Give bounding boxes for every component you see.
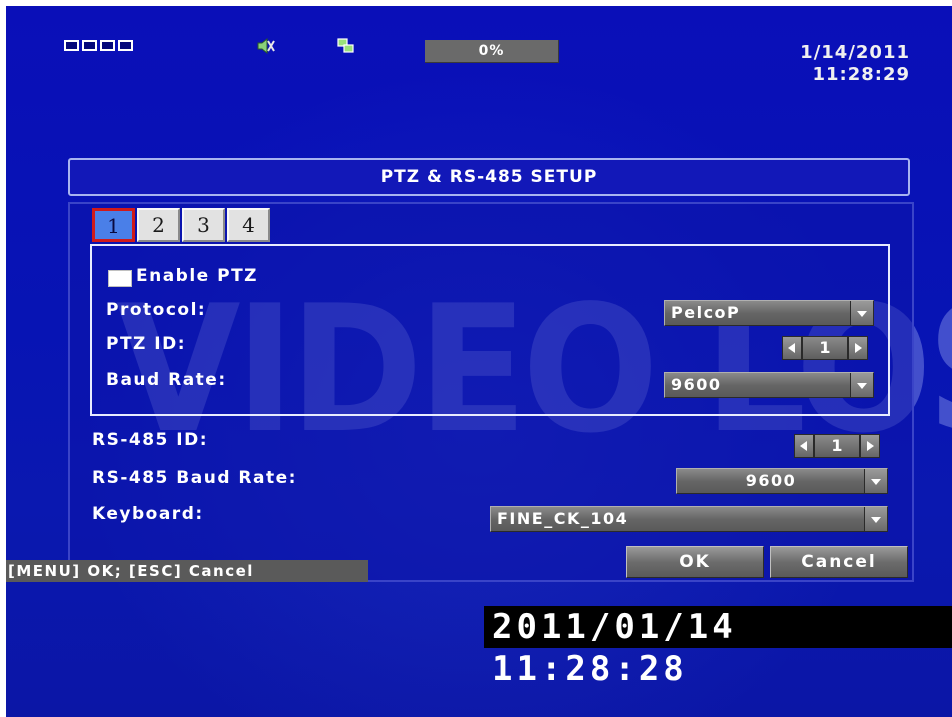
keyboard-select[interactable]: FINE_CK_104 — [490, 506, 888, 532]
network-icon — [337, 38, 354, 53]
protocol-label: Protocol: — [106, 300, 207, 320]
baud-rate-value: 9600 — [671, 375, 722, 394]
enable-ptz-label: Enable PTZ — [136, 266, 259, 286]
stepper-right-icon[interactable] — [860, 434, 880, 458]
dialog-title: PTZ & RS-485 SETUP — [68, 158, 910, 196]
ptz-settings-group: Enable PTZ Protocol: PelcoP PTZ ID: 1 Ba… — [90, 244, 890, 416]
rs485-id-value: 1 — [814, 434, 860, 458]
record-progress-text: 0% — [478, 43, 505, 59]
timestamp-overlay: 2011/01/14 11:28:28 — [484, 606, 952, 689]
tab-channel-4[interactable]: 4 — [227, 208, 270, 242]
status-time: 11:28:29 — [812, 64, 910, 85]
protocol-value: PelcoP — [671, 303, 741, 322]
camera-3-indicator — [100, 40, 115, 51]
speaker-mute-icon — [257, 37, 275, 55]
channel-tabs: 1 2 3 4 — [92, 208, 270, 242]
enable-ptz-checkbox[interactable] — [108, 270, 132, 287]
status-date: 1/14/2011 — [800, 42, 910, 63]
rs485-baud-rate-label: RS-485 Baud Rate: — [92, 468, 297, 488]
camera-1-indicator — [64, 40, 79, 51]
keyboard-label: Keyboard: — [92, 504, 204, 524]
ptz-id-label: PTZ ID: — [106, 334, 187, 354]
ptz-id-stepper[interactable]: 1 — [782, 336, 868, 360]
ptz-id-value: 1 — [802, 336, 848, 360]
dropdown-arrow-icon — [864, 507, 887, 531]
ptz-setup-dialog: 1 2 3 4 Enable PTZ Protocol: PelcoP PTZ … — [68, 202, 914, 582]
tab-channel-2[interactable]: 2 — [137, 208, 180, 242]
ok-button[interactable]: OK — [626, 546, 764, 578]
rs485-id-stepper[interactable]: 1 — [794, 434, 880, 458]
stepper-left-icon[interactable] — [794, 434, 814, 458]
camera-2-indicator — [82, 40, 97, 51]
dropdown-arrow-icon — [850, 301, 873, 325]
key-hint: [MENU] OK; [ESC] Cancel — [6, 560, 368, 582]
baud-rate-select[interactable]: 9600 — [664, 372, 874, 398]
dropdown-arrow-icon — [850, 373, 873, 397]
tab-channel-3[interactable]: 3 — [182, 208, 225, 242]
camera-channels-icon — [64, 40, 133, 51]
protocol-select[interactable]: PelcoP — [664, 300, 874, 326]
keyboard-value: FINE_CK_104 — [497, 509, 629, 528]
camera-4-indicator — [118, 40, 133, 51]
rs485-baud-rate-select[interactable]: 9600 — [676, 468, 888, 494]
stepper-left-icon[interactable] — [782, 336, 802, 360]
rs485-id-label: RS-485 ID: — [92, 430, 209, 450]
record-progress-bar: 0% — [425, 40, 559, 63]
baud-rate-label: Baud Rate: — [106, 370, 227, 390]
rs485-baud-rate-value: 9600 — [745, 471, 797, 490]
cancel-button[interactable]: Cancel — [770, 546, 908, 578]
tab-channel-1[interactable]: 1 — [92, 208, 135, 242]
dvr-screen: 0% 1/14/2011 11:28:29 VIDEO LOSS PTZ & R… — [6, 6, 952, 717]
stepper-right-icon[interactable] — [848, 336, 868, 360]
dropdown-arrow-icon — [864, 469, 887, 493]
